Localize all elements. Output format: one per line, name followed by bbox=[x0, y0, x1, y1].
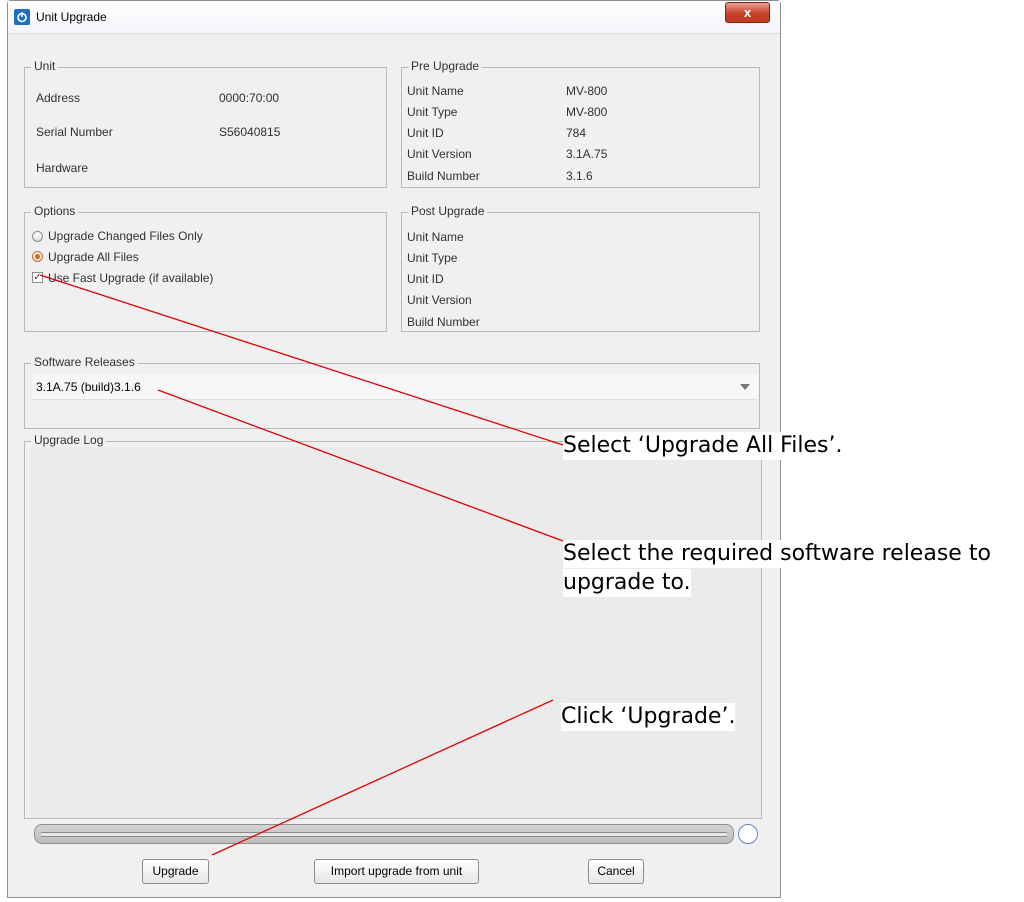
software-release-selected: 3.1A.75 (build)3.1.6 bbox=[36, 380, 141, 394]
app-logo-icon bbox=[14, 9, 30, 25]
address-label: Address bbox=[36, 91, 81, 105]
annotation-select-release-line1: Select the required software release to bbox=[563, 540, 991, 568]
post-build-number-label: Build Number bbox=[407, 315, 480, 329]
pre-unit-version-value: 3.1A.75 bbox=[566, 147, 608, 161]
pre-upgrade-group-title: Pre Upgrade bbox=[408, 59, 483, 73]
cancel-button[interactable]: Cancel bbox=[588, 859, 644, 884]
post-unit-name-label: Unit Name bbox=[407, 230, 464, 244]
pre-unit-id-label: Unit ID bbox=[407, 126, 444, 140]
upgrade-changed-files-label[interactable]: Upgrade Changed Files Only bbox=[48, 229, 203, 243]
options-group-title: Options bbox=[31, 204, 79, 218]
upgrade-button[interactable]: Upgrade bbox=[142, 859, 209, 884]
annotation-select-release-line2: upgrade to. bbox=[563, 569, 691, 597]
upgrade-all-files-label[interactable]: Upgrade All Files bbox=[48, 250, 139, 264]
busy-indicator-icon bbox=[738, 824, 758, 844]
serial-number-label: Serial Number bbox=[36, 125, 113, 139]
pre-unit-id-value: 784 bbox=[566, 126, 587, 140]
upgrade-changed-files-radio[interactable] bbox=[32, 231, 43, 242]
unit-group-title: Unit bbox=[31, 59, 59, 73]
software-release-select[interactable]: 3.1A.75 (build)3.1.6 bbox=[32, 374, 758, 400]
fast-upgrade-checkbox[interactable]: ✓ bbox=[32, 272, 43, 283]
upgrade-all-files-radio[interactable] bbox=[32, 251, 43, 262]
software-releases-group-title: Software Releases bbox=[31, 355, 138, 369]
upgrade-log-group-title: Upgrade Log bbox=[31, 433, 107, 447]
serial-number-value: S56040815 bbox=[219, 125, 281, 139]
address-value: 0000:70:00 bbox=[219, 91, 280, 105]
title-bar: Unit Upgrade x bbox=[8, 1, 780, 34]
pre-unit-name-value: MV-800 bbox=[566, 84, 608, 98]
pre-unit-type-label: Unit Type bbox=[407, 105, 458, 119]
dropdown-arrow-icon[interactable] bbox=[740, 384, 750, 390]
upgrade-progress-bar bbox=[34, 824, 734, 844]
pre-unit-version-label: Unit Version bbox=[407, 147, 472, 161]
post-unit-type-label: Unit Type bbox=[407, 251, 458, 265]
post-unit-id-label: Unit ID bbox=[407, 272, 444, 286]
annotation-upgrade-all-files: Select ‘Upgrade All Files’. bbox=[563, 432, 843, 460]
fast-upgrade-label[interactable]: Use Fast Upgrade (if available) bbox=[48, 271, 213, 285]
pre-build-number-value: 3.1.6 bbox=[566, 169, 593, 183]
close-icon[interactable]: x bbox=[725, 2, 770, 23]
progress-track bbox=[41, 832, 727, 837]
upgrade-log-area[interactable] bbox=[31, 447, 761, 818]
import-upgrade-button[interactable]: Import upgrade from unit bbox=[314, 859, 479, 884]
pre-build-number-label: Build Number bbox=[407, 169, 480, 183]
post-unit-version-label: Unit Version bbox=[407, 293, 472, 307]
post-upgrade-group-title: Post Upgrade bbox=[408, 204, 488, 218]
hardware-label: Hardware bbox=[36, 161, 89, 175]
annotation-click-upgrade: Click ‘Upgrade’. bbox=[561, 703, 736, 731]
pre-unit-type-value: MV-800 bbox=[566, 105, 608, 119]
window-title: Unit Upgrade bbox=[36, 10, 107, 24]
pre-unit-name-label: Unit Name bbox=[407, 84, 464, 98]
